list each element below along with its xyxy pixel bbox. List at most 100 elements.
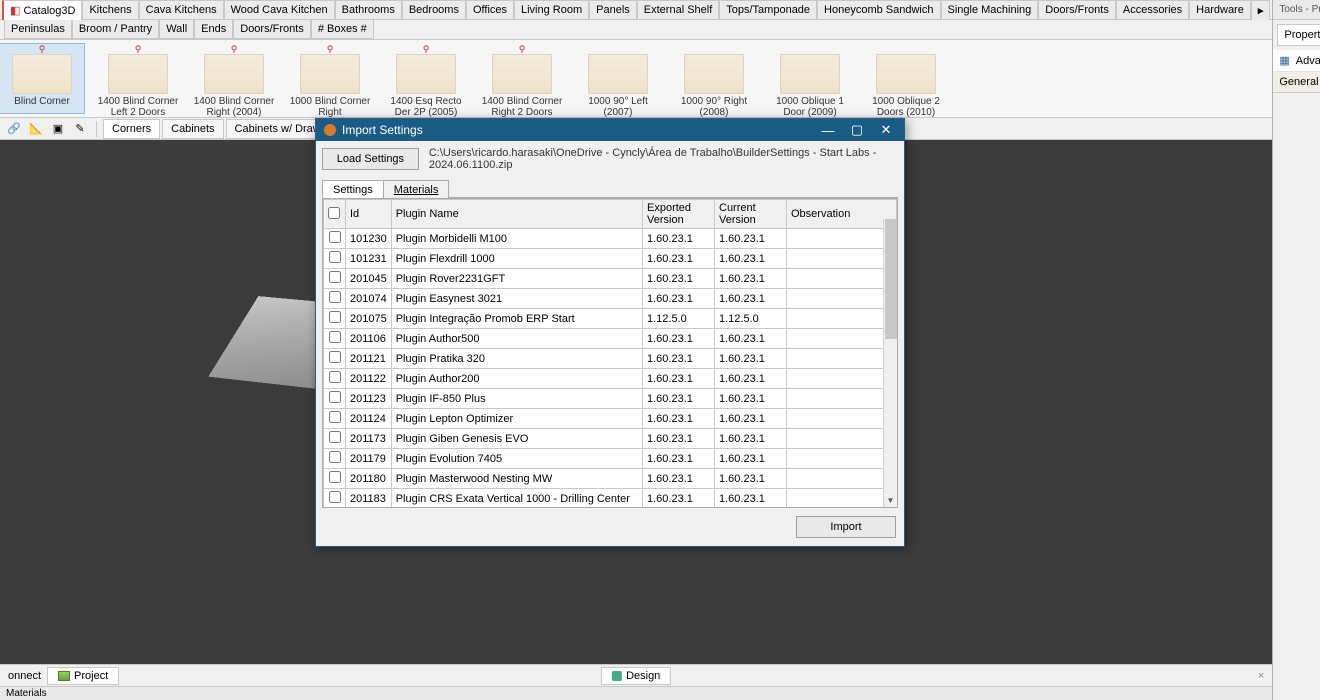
- current-version-cell: 1.60.23.1: [715, 449, 787, 469]
- load-settings-button[interactable]: Load Settings: [322, 148, 419, 170]
- catalog-thumb[interactable]: ⚲1400 Blind Corner Right 2 Doors Slid...: [480, 44, 564, 113]
- row-checkbox[interactable]: [329, 371, 341, 383]
- general-row[interactable]: General: [1273, 72, 1320, 93]
- catalog-tab[interactable]: Doors/Fronts: [1038, 0, 1116, 19]
- table-row[interactable]: 201045Plugin Rover2231GFT1.60.23.11.60.2…: [324, 269, 897, 289]
- exported-version-cell: 1.60.23.1: [643, 429, 715, 449]
- row-checkbox[interactable]: [329, 231, 341, 243]
- catalog-tab[interactable]: ◧ Catalog3D: [2, 0, 82, 20]
- properties-header[interactable]: Properties: [1277, 24, 1320, 46]
- table-row[interactable]: 201180Plugin Masterwood Nesting MW1.60.2…: [324, 469, 897, 489]
- table-row[interactable]: 201122Plugin Author2001.60.23.11.60.23.1: [324, 369, 897, 389]
- row-checkbox[interactable]: [329, 451, 341, 463]
- catalog-tab[interactable]: Honeycomb Sandwich: [817, 0, 940, 19]
- row-checkbox[interactable]: [329, 251, 341, 263]
- catalog-thumb[interactable]: 1000 90° Right (2008): [672, 44, 756, 113]
- row-checkbox[interactable]: [329, 491, 341, 503]
- row-checkbox[interactable]: [329, 271, 341, 283]
- table-row[interactable]: 201179Plugin Evolution 74051.60.23.11.60…: [324, 449, 897, 469]
- catalog-subtab[interactable]: # Boxes #: [311, 20, 374, 39]
- materials-bar[interactable]: Materials: [0, 686, 1272, 700]
- grid-header[interactable]: [324, 200, 346, 229]
- tab-settings[interactable]: Settings: [322, 180, 384, 198]
- table-row[interactable]: 201074Plugin Easynest 30211.60.23.11.60.…: [324, 289, 897, 309]
- close-button[interactable]: ✕: [872, 120, 900, 140]
- grid-scrollbar[interactable]: ▼: [883, 219, 897, 507]
- catalog-thumb[interactable]: ⚲1000 Blind Corner Right: [288, 44, 372, 113]
- catalog-thumb[interactable]: ⚲1400 Blind Corner Right (2004): [192, 44, 276, 113]
- catalog-thumb[interactable]: 1000 90° Left (2007): [576, 44, 660, 113]
- maximize-button[interactable]: ▢: [843, 120, 871, 140]
- table-row[interactable]: 101231Plugin Flexdrill 10001.60.23.11.60…: [324, 249, 897, 269]
- scroll-down-icon[interactable]: ▼: [884, 493, 897, 507]
- filter-corners[interactable]: Corners: [103, 119, 160, 139]
- minimize-button[interactable]: —: [814, 120, 842, 140]
- catalog-thumb[interactable]: ⚲1400 Blind Corner Left 2 Doors (2002): [96, 44, 180, 113]
- catalog-thumb[interactable]: 1000 Oblique 1 Door (2009): [768, 44, 852, 113]
- catalog-tab[interactable]: Bathrooms: [335, 0, 402, 19]
- catalog-subtab[interactable]: Doors/Fronts: [233, 20, 311, 39]
- current-version-cell: 1.60.23.1: [715, 409, 787, 429]
- id-cell: 101231: [346, 249, 392, 269]
- catalog-tab[interactable]: Hardware: [1189, 0, 1251, 19]
- catalog-tab[interactable]: Wood Cava Kitchen: [224, 0, 335, 19]
- catalog-thumb[interactable]: 1000 Oblique 2 Doors (2010): [864, 44, 948, 113]
- catalog-tab[interactable]: Offices: [466, 0, 514, 19]
- catalog-tab[interactable]: Bedrooms: [402, 0, 466, 19]
- row-checkbox[interactable]: [329, 391, 341, 403]
- table-row[interactable]: 101230Plugin Morbidelli M1001.60.23.11.6…: [324, 229, 897, 249]
- catalog-subtab[interactable]: Peninsulas: [4, 20, 72, 39]
- table-row[interactable]: 201173Plugin Giben Genesis EVO1.60.23.11…: [324, 429, 897, 449]
- grid-header[interactable]: Current Version: [715, 200, 787, 229]
- table-row[interactable]: 201123Plugin IF-850 Plus1.60.23.11.60.23…: [324, 389, 897, 409]
- ruler-icon[interactable]: 📐: [26, 120, 46, 138]
- catalog-tab[interactable]: Accessories: [1116, 0, 1189, 19]
- catalog-tab[interactable]: Cava Kitchens: [139, 0, 224, 19]
- select-all-checkbox[interactable]: [328, 207, 340, 219]
- name-cell: Plugin Evolution 7405: [391, 449, 642, 469]
- id-cell: 201122: [346, 369, 392, 389]
- row-checkbox[interactable]: [329, 311, 341, 323]
- close-panel-icon[interactable]: ×: [1258, 670, 1264, 682]
- catalog-tab[interactable]: Living Room: [514, 0, 589, 19]
- tabs-overflow-icon[interactable]: ▸: [1251, 0, 1271, 20]
- table-row[interactable]: 201075Plugin Integração Promob ERP Start…: [324, 309, 897, 329]
- catalog-tab[interactable]: Single Machining: [941, 0, 1039, 19]
- catalog-subtab[interactable]: Ends: [194, 20, 233, 39]
- row-checkbox[interactable]: [329, 351, 341, 363]
- box-icon[interactable]: ▣: [48, 120, 68, 138]
- advanced-row[interactable]: ▦ Advanced: [1273, 50, 1320, 72]
- anchor-icon: ⚲: [192, 44, 276, 54]
- import-button[interactable]: Import: [796, 516, 896, 538]
- catalog-tab[interactable]: Tops/Tamponade: [719, 0, 817, 19]
- catalog-thumb[interactable]: ⚲1400 Esq Recto Der 2P (2005): [384, 44, 468, 113]
- grid-header[interactable]: Id: [346, 200, 392, 229]
- grid-header[interactable]: Observation: [787, 200, 897, 229]
- catalog-tab[interactable]: Panels: [589, 0, 637, 19]
- catalog-thumb[interactable]: ⚲Blind Corner: [0, 44, 84, 113]
- catalog-subtab[interactable]: Broom / Pantry: [72, 20, 159, 39]
- row-checkbox[interactable]: [329, 411, 341, 423]
- dialog-titlebar[interactable]: Import Settings — ▢ ✕: [316, 119, 904, 141]
- anchor-icon: ⚲: [480, 44, 564, 54]
- grid-header[interactable]: Plugin Name: [391, 200, 642, 229]
- table-row[interactable]: 201183Plugin CRS Exata Vertical 1000 - D…: [324, 489, 897, 509]
- tool-icon[interactable]: ✎: [70, 120, 90, 138]
- grid-header[interactable]: Exported Version: [643, 200, 715, 229]
- catalog-subtab[interactable]: Wall: [159, 20, 194, 39]
- row-checkbox[interactable]: [329, 471, 341, 483]
- tab-materials[interactable]: Materials: [383, 180, 450, 198]
- scrollbar-thumb[interactable]: [885, 219, 898, 339]
- project-button[interactable]: Project: [47, 667, 119, 685]
- catalog-tab[interactable]: Kitchens: [82, 0, 138, 19]
- design-button[interactable]: Design: [601, 667, 671, 685]
- row-checkbox[interactable]: [329, 331, 341, 343]
- filter-cabinets[interactable]: Cabinets: [162, 119, 223, 139]
- row-checkbox[interactable]: [329, 431, 341, 443]
- table-row[interactable]: 201124Plugin Lepton Optimizer1.60.23.11.…: [324, 409, 897, 429]
- row-checkbox[interactable]: [329, 291, 341, 303]
- catalog-tab[interactable]: External Shelf: [637, 0, 719, 19]
- table-row[interactable]: 201106Plugin Author5001.60.23.11.60.23.1: [324, 329, 897, 349]
- chain-icon[interactable]: 🔗: [4, 120, 24, 138]
- table-row[interactable]: 201121Plugin Pratika 3201.60.23.11.60.23…: [324, 349, 897, 369]
